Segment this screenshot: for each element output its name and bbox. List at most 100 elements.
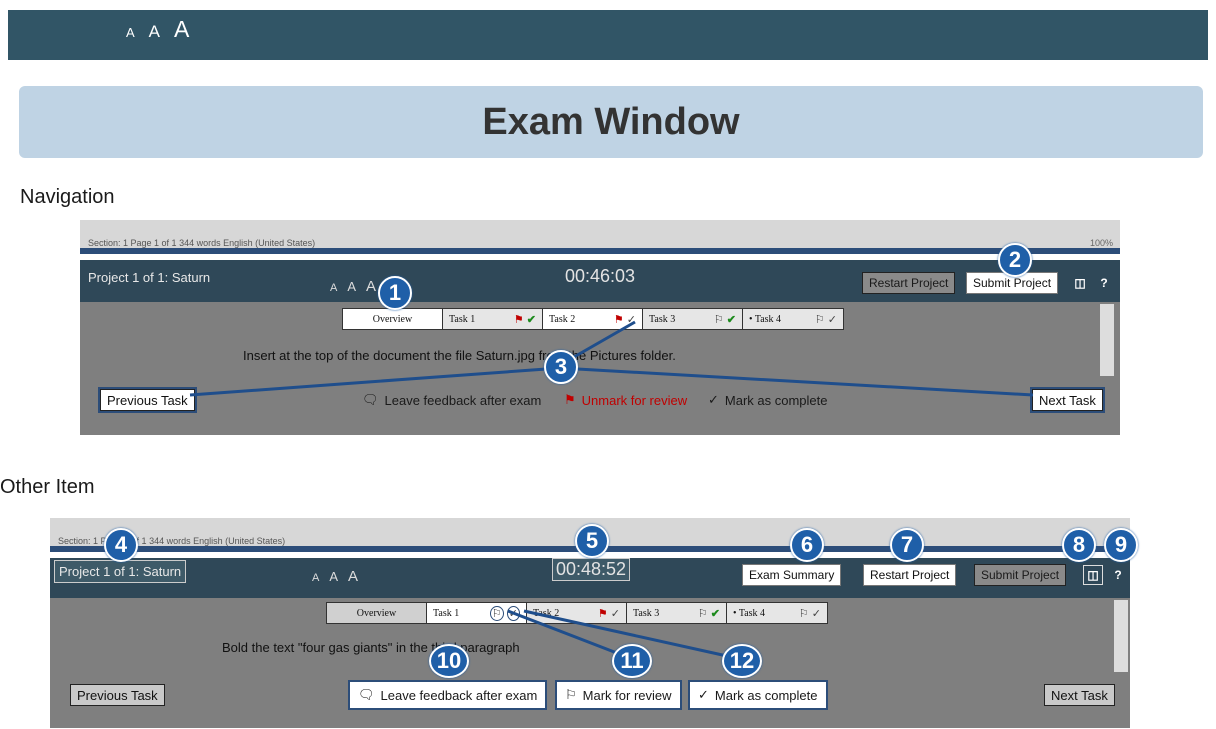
flag-outline-icon[interactable]: ⚐ bbox=[489, 605, 504, 621]
tab-label: Task 2 bbox=[533, 607, 560, 619]
font-large-button[interactable]: A bbox=[366, 278, 376, 295]
tab-label: Task 1 bbox=[433, 607, 460, 619]
check-outline-icon: ✓ bbox=[827, 313, 837, 326]
status-text: Section: 1 Page 1 of 1 344 words English… bbox=[58, 536, 286, 546]
project-label: Project 1 of 1: Saturn bbox=[54, 560, 187, 583]
check-outline-icon: ✓ bbox=[811, 607, 821, 620]
task-content-area: Overview Task 1 ⚐ ✓ Task 2 ⚑ ✓ Task 3 ⚐ ✔ • Ta… bbox=[50, 598, 1130, 728]
leave-feedback-button[interactable]: 🗨 Leave feedback after exam bbox=[362, 392, 541, 408]
callout-badge: 1 bbox=[378, 276, 412, 310]
restart-project-button[interactable]: Restart Project bbox=[862, 272, 956, 294]
section-heading-other-item: Other Item bbox=[0, 476, 95, 498]
unmark-review-button[interactable]: ⚑ Unmark for review bbox=[564, 392, 687, 408]
callout-badge: 12 bbox=[722, 644, 762, 678]
flag-outline-icon: ⚐ bbox=[798, 607, 809, 620]
tab-task-4[interactable]: • Task 4 ⚐ ✓ bbox=[743, 309, 843, 329]
unmark-label: Unmark for review bbox=[581, 392, 688, 408]
tab-label: Overview bbox=[356, 607, 397, 619]
zoom-level: 100% bbox=[1090, 238, 1114, 248]
mark-review-button[interactable]: ⚐ Mark for review bbox=[555, 680, 682, 710]
scrollbar[interactable] bbox=[1114, 600, 1128, 672]
callout-badge: 11 bbox=[612, 644, 652, 678]
word-status-bar: Section: 1 Page 1 of 1 344 words English… bbox=[80, 220, 1120, 254]
exam-timer: 00:46:03 bbox=[565, 266, 636, 286]
check-outline-icon: ✓ bbox=[626, 313, 636, 326]
exam-header: Project 1 of 1: Saturn A A A 00:46:03 Re… bbox=[80, 260, 1120, 302]
check-outline-icon[interactable]: ✓ bbox=[506, 605, 520, 621]
tab-label: • Task 4 bbox=[749, 313, 782, 325]
flag-icon: ⚑ bbox=[613, 313, 624, 326]
restart-project-button[interactable]: Restart Project bbox=[863, 564, 957, 586]
tab-task-2[interactable]: Task 2 ⚑ ✓ bbox=[543, 309, 643, 329]
font-medium-button[interactable]: A bbox=[347, 279, 356, 294]
tab-label: Task 3 bbox=[633, 607, 660, 619]
navigation-screenshot: Section: 1 Page 1 of 1 344 words English… bbox=[80, 220, 1120, 435]
complete-label: Mark as complete bbox=[724, 392, 828, 408]
font-small-button[interactable]: A bbox=[330, 282, 337, 294]
font-small-button[interactable]: A bbox=[312, 572, 319, 584]
restore-window-icon[interactable]: ◫ bbox=[1070, 273, 1090, 293]
font-large-button[interactable]: A bbox=[174, 16, 189, 43]
callout-badge: 4 bbox=[104, 528, 138, 562]
section-heading-navigation: Navigation bbox=[20, 186, 115, 208]
font-large-button[interactable]: A bbox=[348, 568, 358, 585]
mark-complete-button[interactable]: ✓ Mark as complete bbox=[688, 680, 828, 710]
page-title: Exam Window bbox=[482, 100, 740, 143]
font-size-controls: A A A bbox=[312, 568, 358, 585]
flag-icon: ⚑ bbox=[597, 607, 608, 620]
task-instruction: Insert at the top of the document the fi… bbox=[243, 348, 676, 363]
feedback-label: Leave feedback after exam bbox=[384, 392, 542, 408]
task-content-area: Overview Task 1 ⚑ ✔ Task 2 ⚑ ✓ Task 3 ⚐ ✔ • Ta… bbox=[80, 302, 1120, 435]
mark-review-label: Mark for review bbox=[582, 687, 672, 703]
tab-task-1[interactable]: Task 1 ⚑ ✔ bbox=[443, 309, 543, 329]
callout-badge: 8 bbox=[1062, 528, 1096, 562]
flag-outline-icon: ⚐ bbox=[565, 687, 577, 702]
speech-bubble-icon: 🗨 bbox=[358, 687, 375, 702]
font-small-button[interactable]: A bbox=[126, 25, 135, 40]
tab-task-3[interactable]: Task 3 ⚐ ✔ bbox=[643, 309, 743, 329]
feedback-label: Leave feedback after exam bbox=[380, 687, 538, 703]
callout-badge: 9 bbox=[1104, 528, 1138, 562]
check-outline-icon: ✓ bbox=[708, 392, 719, 407]
check-outline-icon: ✓ bbox=[610, 607, 620, 620]
check-icon: ✔ bbox=[710, 607, 720, 620]
tab-task-3[interactable]: Task 3 ⚐ ✔ bbox=[627, 603, 727, 623]
status-text: Section: 1 Page 1 of 1 344 words English… bbox=[88, 238, 316, 248]
check-outline-icon: ✓ bbox=[698, 687, 709, 702]
submit-project-button[interactable]: Submit Project bbox=[974, 564, 1067, 586]
tab-label: Task 2 bbox=[549, 313, 576, 325]
tab-task-2[interactable]: Task 2 ⚑ ✓ bbox=[527, 603, 627, 623]
complete-label: Mark as complete bbox=[714, 687, 818, 703]
tab-label: Overview bbox=[372, 313, 413, 325]
leave-feedback-button[interactable]: 🗨 Leave feedback after exam bbox=[348, 680, 548, 710]
flag-outline-icon: ⚐ bbox=[697, 607, 708, 620]
check-icon: ✔ bbox=[526, 313, 536, 326]
previous-task-button[interactable]: Previous Task bbox=[70, 684, 165, 706]
tab-task-1[interactable]: Task 1 ⚐ ✓ bbox=[427, 603, 527, 623]
tab-overview[interactable]: Overview bbox=[327, 603, 427, 623]
font-size-controls: A A A bbox=[126, 16, 189, 43]
tab-task-4[interactable]: • Task 4 ⚐ ✓ bbox=[727, 603, 827, 623]
next-task-button[interactable]: Next Task bbox=[1030, 387, 1105, 413]
mark-complete-button[interactable]: ✓ Mark as complete bbox=[708, 392, 828, 408]
callout-badge: 10 bbox=[429, 644, 469, 678]
help-button[interactable]: ? bbox=[1108, 565, 1128, 585]
help-button[interactable]: ? bbox=[1094, 273, 1114, 293]
tab-overview[interactable]: Overview bbox=[343, 309, 443, 329]
exam-summary-button[interactable]: Exam Summary bbox=[742, 564, 842, 586]
previous-task-button[interactable]: Previous Task bbox=[98, 387, 197, 413]
tab-label: Task 3 bbox=[649, 313, 676, 325]
exam-header: Project 1 of 1: Saturn A A A 00:48:52 Ex… bbox=[50, 558, 1130, 598]
callout-badge: 2 bbox=[998, 243, 1032, 277]
font-medium-button[interactable]: A bbox=[149, 22, 160, 42]
tab-label: • Task 4 bbox=[733, 607, 766, 619]
restore-window-icon[interactable]: ◫ bbox=[1083, 565, 1103, 585]
task-tabs: Overview Task 1 ⚑ ✔ Task 2 ⚑ ✓ Task 3 ⚐ ✔ • Ta… bbox=[342, 308, 844, 330]
exam-timer: 00:48:52 bbox=[552, 558, 631, 581]
next-task-button[interactable]: Next Task bbox=[1044, 684, 1115, 706]
callout-badge: 6 bbox=[790, 528, 824, 562]
top-bar: A A A bbox=[8, 10, 1208, 60]
font-medium-button[interactable]: A bbox=[329, 569, 338, 584]
scrollbar[interactable] bbox=[1100, 304, 1114, 376]
check-icon: ✔ bbox=[726, 313, 736, 326]
